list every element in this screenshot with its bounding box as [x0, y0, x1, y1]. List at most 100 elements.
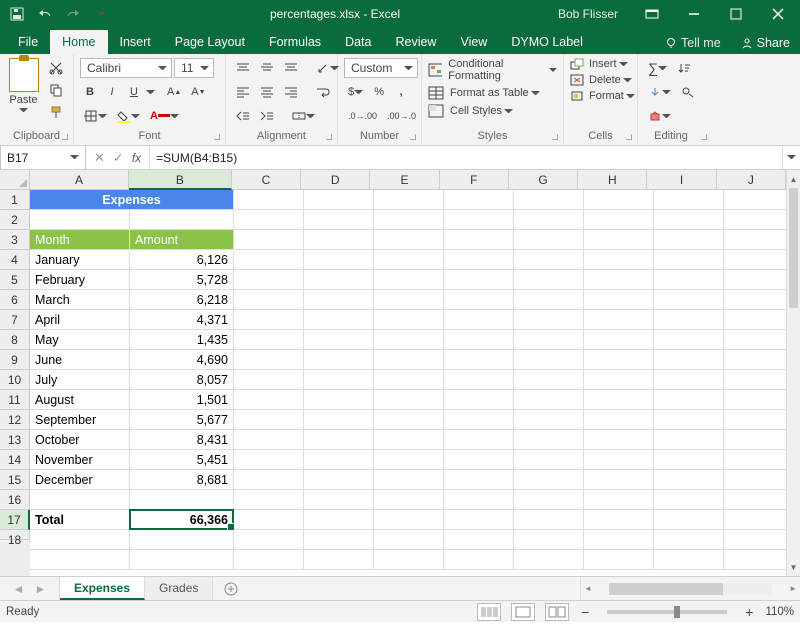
cell[interactable] [514, 490, 584, 510]
cell[interactable] [130, 550, 234, 570]
cell[interactable] [724, 190, 794, 210]
cell[interactable] [234, 270, 304, 290]
find-select-button[interactable] [677, 82, 699, 102]
cell[interactable] [374, 290, 444, 310]
cell[interactable] [724, 530, 794, 550]
cell[interactable] [30, 490, 130, 510]
scroll-down-icon[interactable]: ▼ [787, 560, 800, 574]
column-header[interactable]: C [232, 170, 301, 190]
column-header[interactable]: H [578, 170, 647, 190]
cell[interactable] [444, 270, 514, 290]
cell[interactable] [374, 510, 444, 530]
month-cell[interactable]: July [30, 370, 130, 390]
row-header[interactable]: 10 [0, 370, 30, 390]
cell[interactable] [444, 230, 514, 250]
wrap-text-button[interactable] [312, 82, 334, 102]
tab-data[interactable]: Data [333, 30, 383, 54]
cell[interactable] [584, 230, 654, 250]
cell[interactable] [514, 250, 584, 270]
cell[interactable] [444, 310, 514, 330]
row-header[interactable]: 2 [0, 210, 30, 230]
cell[interactable] [374, 430, 444, 450]
cell[interactable] [234, 450, 304, 470]
cell[interactable] [724, 450, 794, 470]
increase-font-button[interactable]: A▲ [163, 82, 185, 102]
cell[interactable] [444, 530, 514, 550]
cell[interactable] [514, 530, 584, 550]
cell[interactable] [514, 390, 584, 410]
accounting-format-button[interactable]: $ [344, 82, 367, 102]
increase-decimal-button[interactable]: .0→.00 [344, 106, 381, 126]
cell[interactable] [304, 550, 374, 570]
row-header[interactable]: 1 [0, 190, 30, 210]
cell[interactable] [234, 190, 304, 210]
cell[interactable] [654, 470, 724, 490]
cell[interactable] [304, 290, 374, 310]
cell[interactable] [724, 550, 794, 570]
cell[interactable] [584, 310, 654, 330]
cell[interactable] [654, 270, 724, 290]
merge-center-button[interactable] [288, 106, 319, 126]
name-box[interactable]: B17 [0, 146, 86, 169]
cell[interactable] [444, 390, 514, 410]
cell[interactable] [234, 390, 304, 410]
formula-input[interactable]: =SUM(B4:B15) [150, 146, 782, 169]
cell[interactable] [374, 230, 444, 250]
select-all-corner[interactable] [0, 170, 30, 190]
amount-cell[interactable]: 8,057 [130, 370, 234, 390]
cell[interactable] [374, 530, 444, 550]
cell[interactable] [724, 330, 794, 350]
cell[interactable] [724, 310, 794, 330]
normal-view-button[interactable] [477, 603, 501, 621]
cell[interactable] [234, 250, 304, 270]
cell[interactable] [374, 550, 444, 570]
cell[interactable] [654, 230, 724, 250]
cell[interactable] [304, 210, 374, 230]
cell[interactable] [514, 410, 584, 430]
cell[interactable] [654, 330, 724, 350]
month-cell[interactable]: January [30, 250, 130, 270]
cell[interactable] [444, 410, 514, 430]
cell[interactable] [304, 510, 374, 530]
cell[interactable] [304, 390, 374, 410]
cell[interactable] [374, 330, 444, 350]
sort-filter-button[interactable] [673, 58, 695, 78]
expand-formula-bar-button[interactable] [782, 146, 800, 169]
percent-format-button[interactable]: % [369, 82, 389, 102]
copy-button[interactable] [45, 80, 67, 100]
cell[interactable] [374, 490, 444, 510]
month-cell[interactable]: October [30, 430, 130, 450]
column-header[interactable]: J [717, 170, 786, 190]
cell[interactable] [304, 450, 374, 470]
minimize-icon[interactable] [676, 0, 712, 28]
cell[interactable] [514, 230, 584, 250]
row-header[interactable]: 11 [0, 390, 30, 410]
cell[interactable] [654, 450, 724, 470]
tab-formulas[interactable]: Formulas [257, 30, 333, 54]
redo-icon[interactable] [62, 3, 84, 25]
cell[interactable] [584, 430, 654, 450]
align-left-button[interactable] [232, 82, 254, 102]
fill-button[interactable] [644, 82, 675, 102]
row-header[interactable]: 7 [0, 310, 30, 330]
scroll-up-icon[interactable]: ▲ [787, 172, 800, 186]
cell[interactable] [374, 210, 444, 230]
tab-file[interactable]: File [6, 30, 50, 54]
cell[interactable] [304, 190, 374, 210]
cell[interactable] [654, 310, 724, 330]
month-cell[interactable]: December [30, 470, 130, 490]
cell[interactable] [304, 370, 374, 390]
total-value-cell[interactable]: 66,366 [130, 510, 234, 530]
cell[interactable] [584, 350, 654, 370]
cell[interactable] [584, 550, 654, 570]
row-header[interactable]: 8 [0, 330, 30, 350]
cell[interactable] [304, 250, 374, 270]
cell[interactable] [304, 490, 374, 510]
cell[interactable] [514, 430, 584, 450]
conditional-formatting-button[interactable]: Conditional Formatting [428, 58, 557, 82]
cell[interactable] [374, 390, 444, 410]
cell[interactable] [654, 350, 724, 370]
cell[interactable] [514, 290, 584, 310]
row-header[interactable]: 9 [0, 350, 30, 370]
month-cell[interactable]: June [30, 350, 130, 370]
